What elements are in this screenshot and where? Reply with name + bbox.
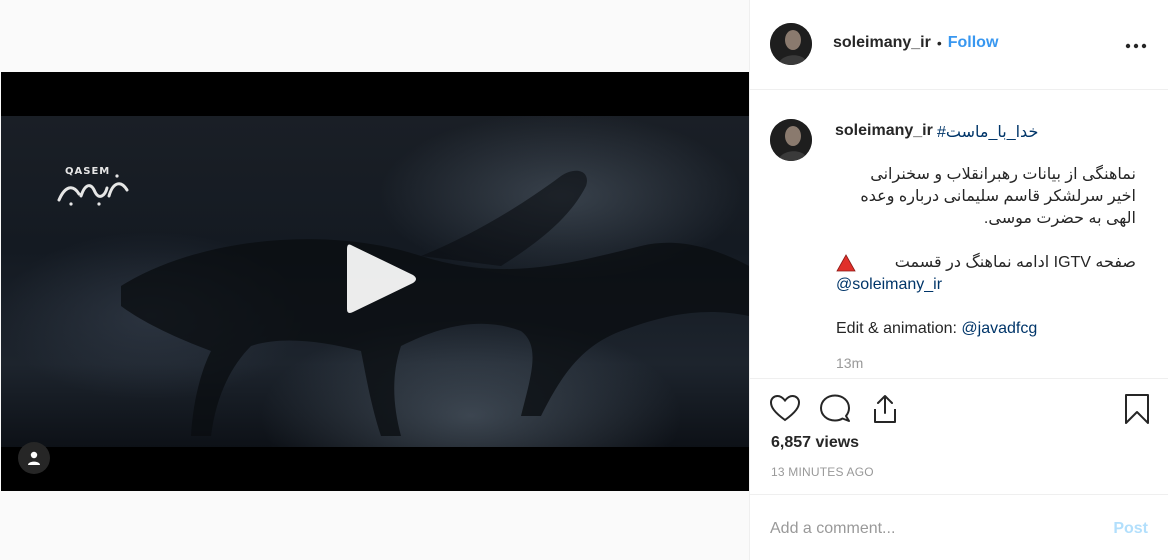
heart-icon bbox=[769, 394, 801, 422]
user-tag-button[interactable] bbox=[18, 442, 50, 474]
share-button[interactable] bbox=[868, 392, 902, 426]
separator-dot: • bbox=[936, 35, 942, 51]
play-button[interactable] bbox=[341, 237, 421, 321]
post-header: soleimany_ir • Follow bbox=[750, 0, 1168, 90]
caption-avatar-image bbox=[770, 119, 812, 161]
comment-button[interactable] bbox=[818, 392, 852, 426]
caption-line-2: اخیر سرلشکر قاسم سلیمانی درباره وعده bbox=[860, 188, 1136, 205]
like-button[interactable] bbox=[768, 392, 802, 426]
more-options-button[interactable] bbox=[1124, 36, 1148, 56]
caption-username[interactable]: soleimany_ir bbox=[835, 122, 933, 140]
red-triangle-icon bbox=[836, 254, 856, 272]
caption-mention-line: @soleimany_ir bbox=[836, 274, 1136, 296]
comment-input[interactable] bbox=[770, 515, 1090, 543]
mention-link-1[interactable]: @soleimany_ir bbox=[836, 276, 942, 293]
view-count[interactable]: 6,857 views bbox=[771, 434, 859, 452]
save-button[interactable] bbox=[1120, 392, 1154, 426]
add-comment-section: Post bbox=[750, 494, 1168, 560]
play-icon bbox=[347, 244, 416, 313]
author-username[interactable]: soleimany_ir bbox=[833, 34, 931, 52]
avatar-image bbox=[770, 23, 812, 65]
post-time-ago: 13 MINUTES AGO bbox=[771, 465, 874, 479]
caption-line-4: صفحه IGTV ادامه نماهنگ در قسمت bbox=[836, 252, 1136, 274]
caption-line-1: نماهنگی از بیانات رهبرانقلاب و سخنرانی bbox=[870, 166, 1136, 183]
header-row: soleimany_ir • Follow bbox=[833, 34, 998, 52]
share-icon bbox=[874, 395, 896, 423]
post-side-panel: soleimany_ir • Follow soleimany_ir #خدا_… bbox=[750, 0, 1168, 560]
action-bar bbox=[750, 380, 1168, 430]
bookmark-icon bbox=[1125, 394, 1149, 424]
follow-button[interactable]: Follow bbox=[948, 34, 999, 52]
comment-icon bbox=[820, 394, 850, 422]
caption-line-4-text: صفحه IGTV ادامه نماهنگ در قسمت bbox=[894, 254, 1136, 271]
media-column: QASEM bbox=[0, 0, 750, 560]
video-player[interactable]: QASEM bbox=[1, 72, 749, 491]
logo-latin-text: QASEM bbox=[65, 166, 111, 177]
mention-link-2[interactable]: @javadfcg bbox=[961, 320, 1037, 337]
caption-credit-line: Edit & animation: @javadfcg bbox=[836, 318, 1136, 340]
author-avatar[interactable] bbox=[770, 23, 812, 65]
caption-hashtag[interactable]: #خدا_با_ماست bbox=[937, 122, 1038, 142]
credit-label: Edit & animation: bbox=[836, 320, 962, 337]
post-comment-button[interactable]: Post bbox=[1113, 520, 1148, 538]
caption-timestamp: 13m bbox=[836, 355, 864, 371]
user-icon bbox=[28, 451, 40, 465]
more-horizontal-icon bbox=[1125, 43, 1147, 49]
channel-logo: QASEM bbox=[51, 166, 135, 208]
instagram-post-page: QASEM soleimany_ir • Follow soleimany_ir… bbox=[0, 0, 1168, 560]
caption-avatar[interactable] bbox=[770, 119, 812, 161]
caption-area: soleimany_ir #خدا_با_ماست نماهنگی از بیا… bbox=[750, 91, 1168, 379]
caption-line-3: الهی به حضرت موسی. bbox=[983, 210, 1136, 227]
